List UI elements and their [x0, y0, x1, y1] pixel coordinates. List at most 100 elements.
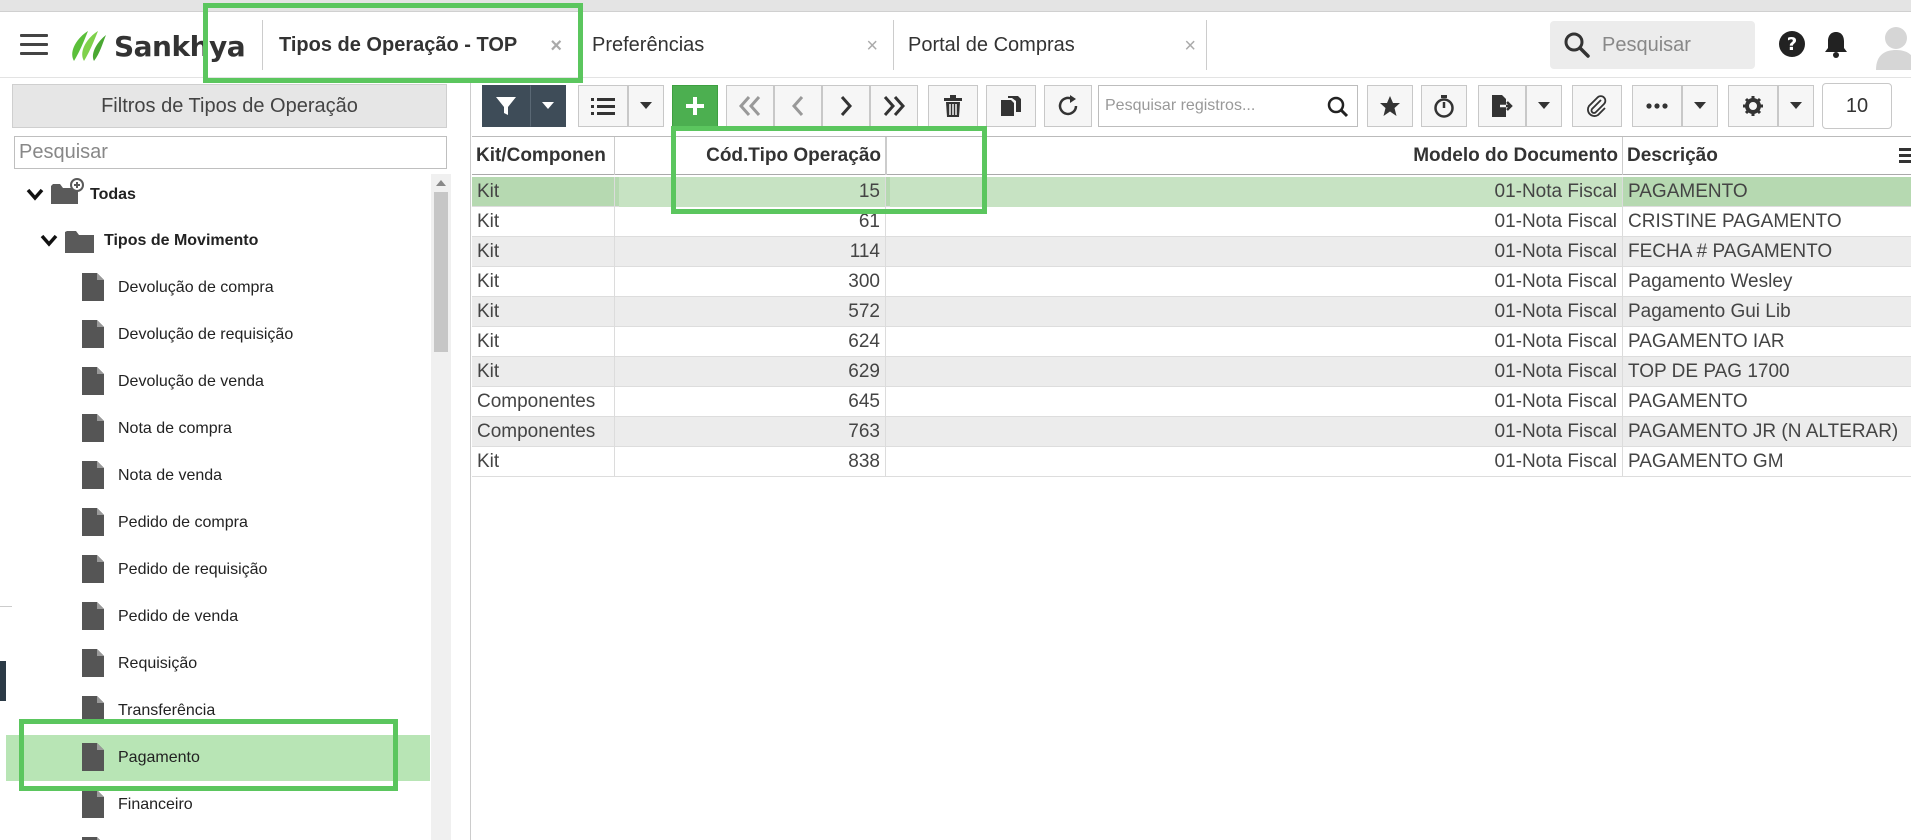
table-row[interactable]: Kit 114 01-Nota Fiscal FECHA # PAGAMENTO — [472, 237, 1911, 267]
table-row[interactable]: Kit 300 01-Nota Fiscal Pagamento Wesley — [472, 267, 1911, 297]
filter-dropdown-button[interactable] — [530, 85, 566, 127]
cell-modelo: 01-Nota Fiscal — [886, 237, 1623, 267]
cell-codigo: 61 — [615, 207, 886, 237]
grid-header: Kit/Componen Cód.Tipo Operação Modelo do… — [472, 137, 1911, 175]
tree-item[interactable]: Requisição — [0, 641, 430, 687]
cell-modelo: 01-Nota Fiscal — [886, 417, 1623, 447]
tree-item[interactable]: Devolução de compra — [0, 265, 430, 311]
column-header-kit[interactable]: Kit/Componen — [472, 137, 615, 175]
table-row[interactable]: Kit 572 01-Nota Fiscal Pagamento Gui Lib — [472, 297, 1911, 327]
cell-codigo: 15 — [619, 177, 886, 207]
add-icon — [686, 97, 704, 115]
cell-kit: Kit — [472, 327, 615, 357]
filter-icon — [496, 97, 516, 115]
attach-button[interactable] — [1572, 85, 1622, 127]
tree-item[interactable]: Devolução de venda — [0, 359, 430, 405]
close-icon[interactable]: × — [1184, 35, 1196, 58]
global-search-input[interactable]: Pesquisar — [1550, 21, 1755, 69]
scroll-up-icon[interactable] — [436, 180, 446, 186]
more-button[interactable] — [1632, 85, 1682, 127]
tree-node-tipos-de-movimento[interactable]: Tipos de Movimento — [0, 218, 430, 264]
timer-button[interactable] — [1421, 85, 1467, 127]
add-button[interactable] — [672, 85, 718, 127]
panel-divider[interactable] — [470, 78, 471, 840]
edge-line — [0, 606, 12, 607]
page-size-select[interactable]: 10 — [1822, 83, 1892, 129]
menu-icon[interactable] — [20, 34, 48, 56]
tree-scrollbar[interactable] — [431, 174, 451, 840]
filter-search-input[interactable]: Pesquisar — [14, 136, 447, 169]
tree-item[interactable]: Financeiro — [0, 782, 430, 828]
table-row[interactable]: Componentes 763 01-Nota Fiscal PAGAMENTO… — [472, 417, 1911, 447]
list-icon — [591, 98, 615, 115]
chevron-down-icon[interactable] — [26, 188, 44, 202]
table-row[interactable]: Kit 629 01-Nota Fiscal TOP DE PAG 1700 — [472, 357, 1911, 387]
column-header-descricao[interactable]: Descrição — [1623, 137, 1903, 175]
last-record-button[interactable] — [870, 85, 918, 127]
more-dropdown-button[interactable] — [1682, 85, 1718, 127]
previous-record-button[interactable] — [774, 85, 822, 127]
filter-button[interactable] — [482, 85, 530, 127]
next-icon — [840, 96, 853, 116]
records-search-input[interactable]: Pesquisar registros... — [1098, 85, 1358, 127]
next-record-button[interactable] — [822, 85, 870, 127]
tree-node-todas[interactable]: Todas — [0, 172, 430, 218]
tree-item[interactable]: Pedido de venda — [0, 594, 430, 640]
close-icon[interactable]: × — [550, 35, 562, 58]
list-view-dropdown-button[interactable] — [628, 85, 664, 127]
column-menu-icon[interactable] — [1895, 145, 1911, 165]
refresh-button[interactable] — [1044, 85, 1092, 127]
timer-icon — [1434, 95, 1454, 118]
help-icon[interactable]: ? — [1778, 30, 1806, 58]
column-header-modelo[interactable]: Modelo do Documento — [886, 137, 1623, 175]
cell-kit: Kit — [472, 447, 615, 477]
previous-icon — [791, 96, 804, 116]
tree-item[interactable]: Nota de venda — [0, 453, 430, 499]
tab-portal-de-compras[interactable]: Portal de Compras × — [893, 20, 1207, 70]
table-row[interactable]: Kit 61 01-Nota Fiscal CRISTINE PAGAMENTO — [472, 207, 1911, 237]
avatar-icon[interactable] — [1866, 22, 1911, 70]
list-view-button[interactable] — [578, 85, 628, 127]
cell-descricao: FECHA # PAGAMENTO — [1628, 241, 1833, 262]
scroll-thumb[interactable] — [434, 192, 448, 352]
document-icon — [82, 743, 104, 771]
tree-item[interactable]: Pedido de compra — [0, 500, 430, 546]
settings-button[interactable] — [1728, 85, 1778, 127]
chevron-down-icon[interactable] — [40, 234, 58, 248]
cell-descricao: Pagamento Wesley — [1628, 271, 1793, 292]
tree-item[interactable]: Devolução de requisição — [0, 312, 430, 358]
cell-descricao: PAGAMENTO GM — [1628, 451, 1784, 472]
logo[interactable]: Sankhya — [66, 26, 246, 66]
export-dropdown-button[interactable] — [1526, 85, 1562, 127]
delete-button[interactable] — [928, 85, 978, 127]
bell-icon[interactable] — [1822, 29, 1850, 59]
tree-label: Transferência — [118, 702, 216, 719]
tree-label: Requisição — [118, 655, 198, 672]
cell-descricao: PAGAMENTO IAR — [1628, 331, 1785, 352]
document-icon — [82, 414, 104, 442]
tree-item[interactable] — [0, 829, 430, 840]
tree-label: Pedido de requisição — [118, 561, 268, 578]
table-row[interactable]: Kit 15 01-Nota Fiscal PAGAMENTO — [472, 177, 1911, 207]
search-icon[interactable] — [1327, 96, 1349, 118]
table-row[interactable]: Componentes 645 01-Nota Fiscal PAGAMENTO — [472, 387, 1911, 417]
settings-dropdown-button[interactable] — [1778, 85, 1814, 127]
star-icon — [1380, 96, 1400, 116]
first-record-button[interactable] — [726, 85, 774, 127]
table-row[interactable]: Kit 624 01-Nota Fiscal PAGAMENTO IAR — [472, 327, 1911, 357]
tree-item[interactable]: Pedido de requisição — [0, 547, 430, 593]
tree-item-pagamento[interactable]: Pagamento — [6, 735, 430, 781]
tab-tipos-de-operacao[interactable]: Tipos de Operação - TOP × — [262, 20, 572, 70]
export-button[interactable] — [1478, 85, 1526, 127]
table-row[interactable]: Kit 838 01-Nota Fiscal PAGAMENTO GM — [472, 447, 1911, 477]
column-header-codigo[interactable]: Cód.Tipo Operação — [615, 137, 886, 175]
tree-item[interactable]: Nota de compra — [0, 406, 430, 452]
favorite-button[interactable] — [1367, 85, 1413, 127]
close-icon[interactable]: × — [866, 35, 878, 58]
duplicate-button[interactable] — [986, 85, 1036, 127]
tree-item[interactable]: Transferência — [0, 688, 430, 734]
tab-preferencias[interactable]: Preferências × — [578, 20, 888, 70]
document-icon — [82, 649, 104, 677]
document-icon — [82, 790, 104, 818]
tree-label: Nota de venda — [118, 467, 223, 484]
